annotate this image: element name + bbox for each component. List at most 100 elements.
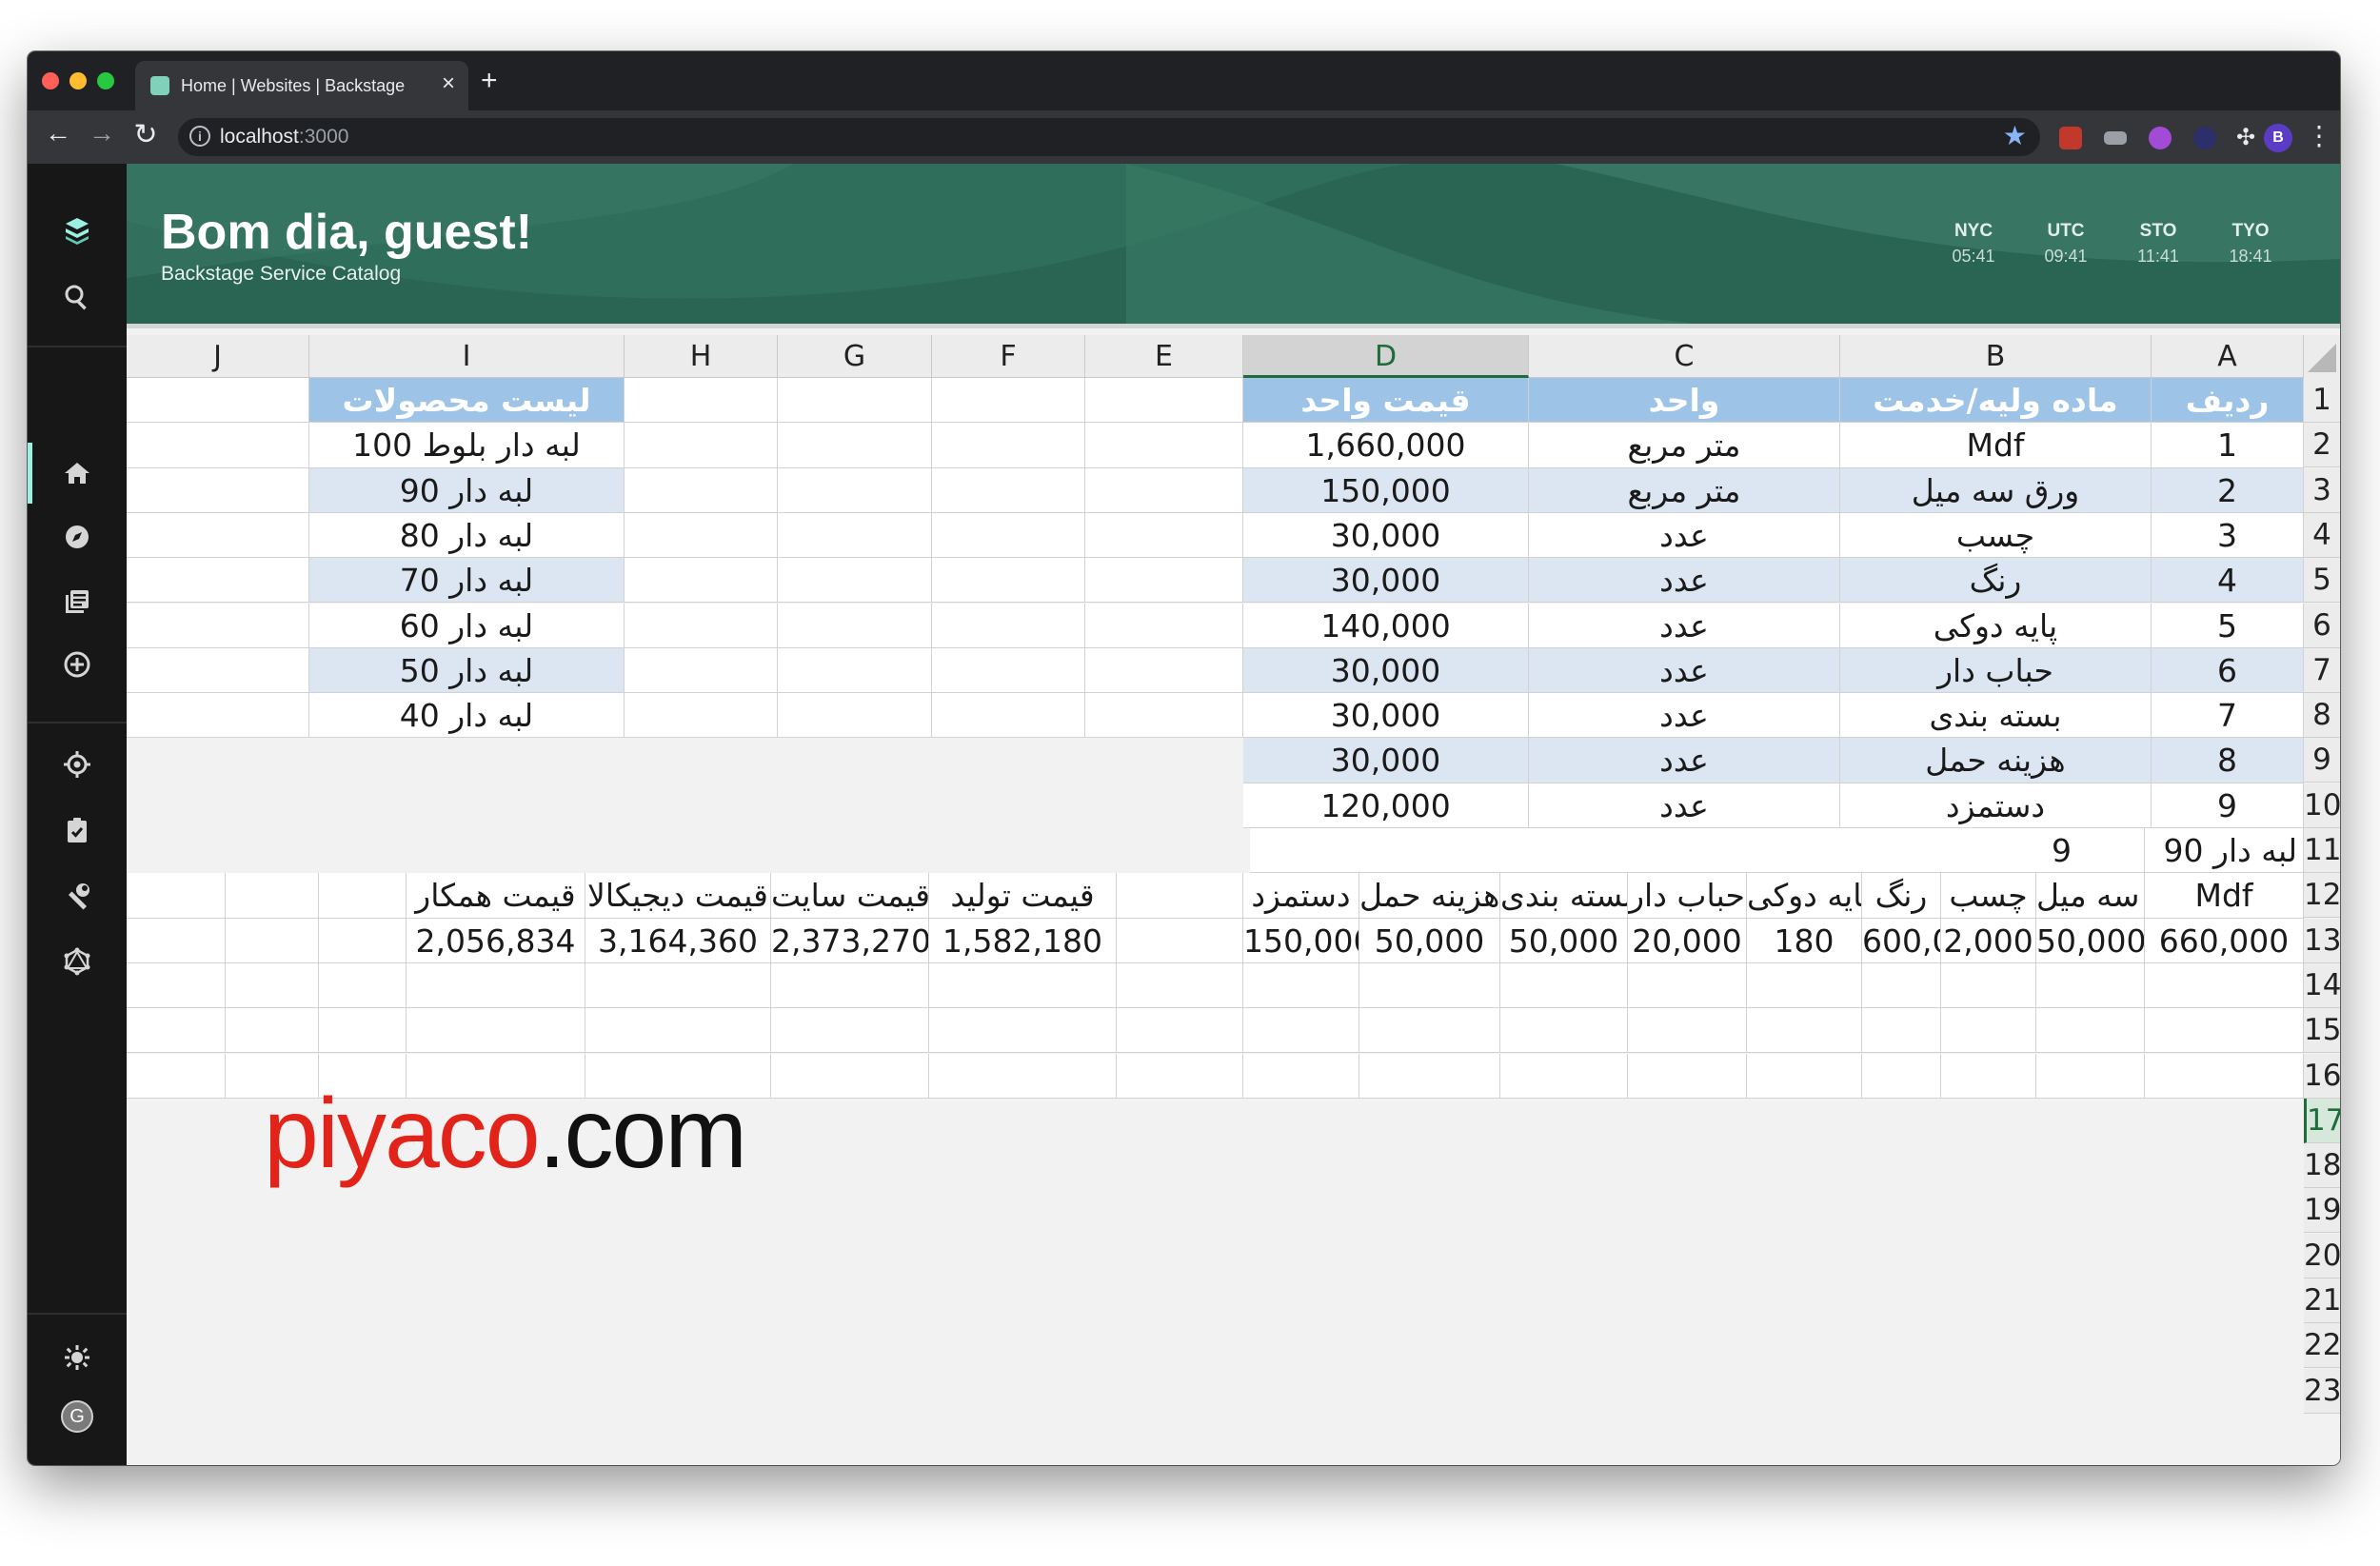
- row-header-12[interactable]: 12: [2304, 873, 2340, 919]
- empty-cell[interactable]: [1117, 962, 1243, 1009]
- cost-header[interactable]: قیمت همکار: [407, 873, 585, 919]
- column-header-g[interactable]: G: [778, 335, 932, 378]
- column-header-c[interactable]: C: [1529, 335, 1840, 378]
- table-cell-unit[interactable]: متر مربع: [1529, 423, 1840, 468]
- empty-cell[interactable]: [127, 603, 309, 648]
- row-header-8[interactable]: 8: [2304, 693, 2340, 739]
- table-cell-radif[interactable]: 2: [2152, 467, 2304, 513]
- forward-icon[interactable]: →: [83, 118, 121, 149]
- empty-cell[interactable]: [127, 423, 309, 468]
- empty-cell[interactable]: [1117, 1008, 1243, 1054]
- empty-cell[interactable]: [625, 512, 778, 559]
- cost-value[interactable]: 2,373,270: [771, 918, 929, 963]
- table-cell-unit[interactable]: عدد: [1529, 783, 1840, 828]
- row11-product[interactable]: لبه دار 90: [2145, 828, 2304, 874]
- empty-cell[interactable]: [625, 693, 778, 739]
- cost-value[interactable]: [319, 918, 407, 963]
- cost-value[interactable]: 2,056,834: [407, 918, 585, 963]
- empty-cell[interactable]: [1085, 693, 1243, 739]
- empty-cell[interactable]: [771, 1008, 929, 1054]
- empty-cell[interactable]: [127, 873, 226, 919]
- empty-cell[interactable]: [1747, 1008, 1862, 1054]
- table-header-item[interactable]: ماده ولیه/خدمت: [1840, 378, 2152, 424]
- table-cell-price[interactable]: 30,000: [1243, 647, 1529, 694]
- table-cell-item[interactable]: حباب دار: [1840, 647, 2152, 694]
- empty-cell[interactable]: [127, 693, 309, 739]
- empty-cell[interactable]: [778, 647, 932, 694]
- empty-cell[interactable]: [1085, 558, 1243, 604]
- cost-header[interactable]: هزینه حمل: [1359, 873, 1500, 919]
- cost-value[interactable]: 150,000: [1243, 918, 1359, 963]
- table-cell-item[interactable]: دستمزد: [1840, 783, 2152, 828]
- empty-cell[interactable]: [932, 603, 1085, 648]
- empty-cell[interactable]: [929, 1008, 1117, 1054]
- empty-cell[interactable]: [1085, 647, 1243, 694]
- empty-cell[interactable]: [2145, 1053, 2304, 1099]
- checklist-icon[interactable]: [52, 805, 102, 855]
- empty-cell[interactable]: [1359, 962, 1500, 1009]
- row-header-22[interactable]: 22: [2304, 1323, 2340, 1369]
- empty-cell[interactable]: [2145, 962, 2304, 1009]
- table-cell-unit[interactable]: عدد: [1529, 738, 1840, 783]
- row11-value[interactable]: 9: [1979, 828, 2145, 874]
- row-header-7[interactable]: 7: [2304, 647, 2340, 693]
- row-header-18[interactable]: 18: [2304, 1143, 2340, 1189]
- empty-cell[interactable]: [1500, 1008, 1628, 1054]
- explore-icon[interactable]: [52, 512, 102, 562]
- new-tab-button[interactable]: +: [481, 65, 498, 97]
- empty-cell[interactable]: [932, 647, 1085, 694]
- graphql-icon[interactable]: [52, 937, 102, 986]
- empty-cell[interactable]: [1862, 962, 1941, 1009]
- empty-cell[interactable]: [625, 423, 778, 468]
- column-header-j[interactable]: J: [127, 335, 309, 378]
- create-icon[interactable]: [52, 640, 102, 689]
- cost-value[interactable]: 1,582,180: [929, 918, 1117, 963]
- product-item[interactable]: لبه دار 90: [309, 467, 625, 513]
- empty-cell[interactable]: [1085, 378, 1243, 424]
- empty-cell[interactable]: [127, 512, 309, 559]
- empty-cell[interactable]: [1085, 512, 1243, 559]
- info-icon[interactable]: i: [189, 126, 210, 147]
- table-header-unit[interactable]: واحد: [1529, 378, 1840, 424]
- empty-cell[interactable]: [778, 512, 932, 559]
- browser-tab[interactable]: Home | Websites | Backstage ×: [135, 61, 468, 110]
- empty-cell[interactable]: [1085, 603, 1243, 648]
- product-item[interactable]: لبه دار بلوط 100: [309, 423, 625, 468]
- column-header-e[interactable]: E: [1085, 335, 1243, 378]
- empty-cell[interactable]: [127, 918, 226, 963]
- table-header-radif[interactable]: ردیف: [2152, 378, 2304, 424]
- extension-dark-icon[interactable]: [2193, 127, 2216, 149]
- row-header-3[interactable]: 3: [2304, 467, 2340, 513]
- cost-value[interactable]: [1117, 918, 1243, 963]
- cost-header[interactable]: قیمت دیجیکالا: [585, 873, 771, 919]
- empty-cell[interactable]: [929, 1053, 1117, 1099]
- table-cell-radif[interactable]: 1: [2152, 423, 2304, 468]
- row-header-10[interactable]: 10: [2304, 783, 2340, 828]
- row-header-11[interactable]: 11: [2304, 828, 2340, 873]
- table-cell-radif[interactable]: 9: [2152, 783, 2304, 828]
- product-item[interactable]: لبه دار 50: [309, 647, 625, 694]
- cost-value[interactable]: 20,000: [1628, 918, 1747, 963]
- product-item[interactable]: لبه دار 40: [309, 693, 625, 739]
- table-header-price[interactable]: قیمت واحد: [1243, 378, 1529, 424]
- product-item[interactable]: لبه دار 60: [309, 603, 625, 648]
- minimize-window-button[interactable]: [69, 72, 87, 89]
- cost-header[interactable]: قیمت سایت: [771, 873, 929, 919]
- empty-cell[interactable]: [932, 512, 1085, 559]
- reload-icon[interactable]: ↻: [127, 118, 165, 151]
- empty-cell[interactable]: [319, 962, 407, 1009]
- empty-cell[interactable]: [778, 603, 932, 648]
- row-header-9[interactable]: 9: [2304, 738, 2340, 783]
- cost-header[interactable]: Mdf: [2145, 873, 2304, 919]
- empty-cell[interactable]: [585, 962, 771, 1009]
- empty-cell[interactable]: [778, 693, 932, 739]
- star-icon[interactable]: ★: [2003, 120, 2027, 151]
- cost-header[interactable]: چسب: [1941, 873, 2036, 919]
- empty-cell[interactable]: [226, 962, 319, 1009]
- empty-cell[interactable]: [2036, 1008, 2145, 1054]
- table-cell-unit[interactable]: عدد: [1529, 693, 1840, 739]
- table-cell-item[interactable]: رنگ: [1840, 558, 2152, 604]
- table-cell-price[interactable]: 30,000: [1243, 738, 1529, 783]
- empty-cell[interactable]: [1243, 1008, 1359, 1054]
- table-cell-unit[interactable]: عدد: [1529, 647, 1840, 694]
